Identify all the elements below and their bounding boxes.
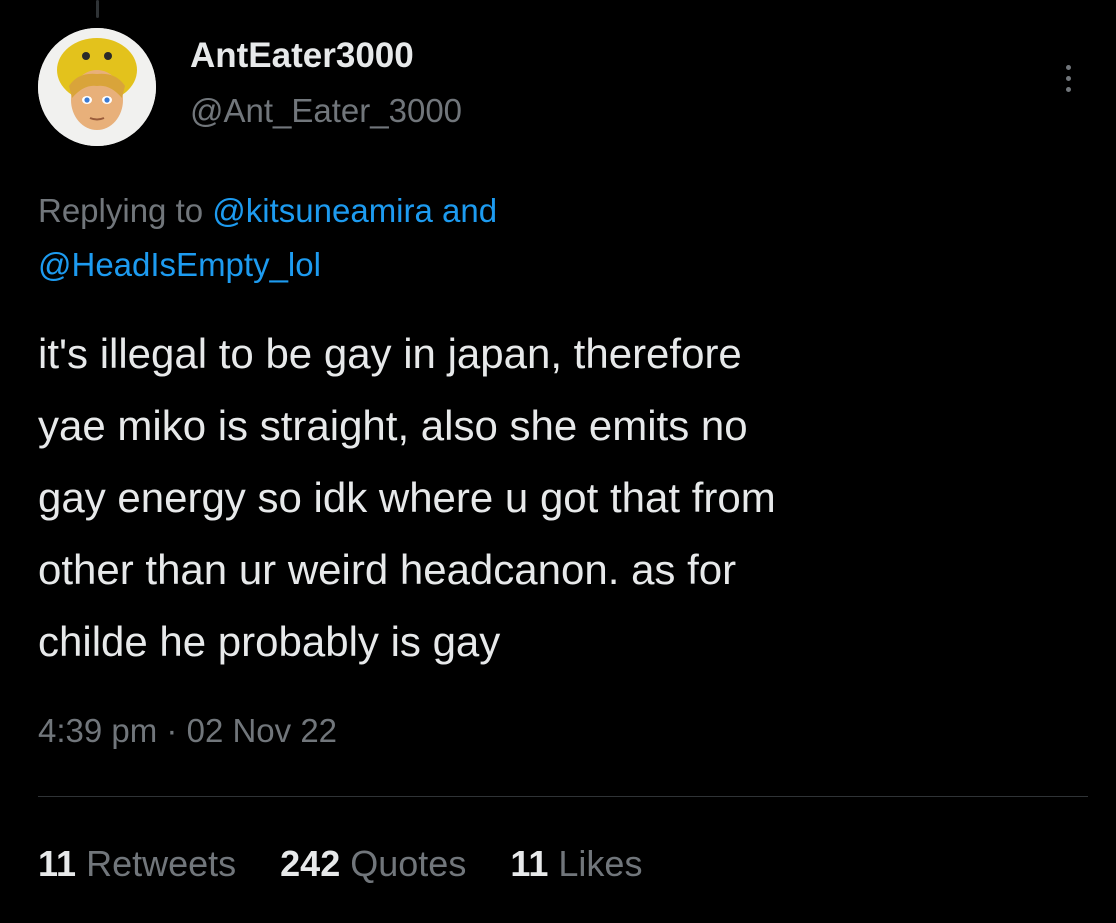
likes-stat[interactable]: 11 Likes xyxy=(510,843,642,885)
quotes-label: Quotes xyxy=(350,843,467,884)
reply-mention-kitsuneamira[interactable]: @kitsuneamira xyxy=(212,192,433,229)
engagement-stats: 11 Retweets 242 Quotes 11 Likes xyxy=(38,843,642,885)
reply-mention-and[interactable]: and xyxy=(442,192,497,229)
divider xyxy=(38,796,1088,797)
meta-separator: · xyxy=(166,712,178,749)
tweet-line: other than ur weird headcanon. as for xyxy=(38,546,737,593)
retweets-label: Retweets xyxy=(86,843,237,884)
retweets-count: 11 xyxy=(38,843,77,884)
retweets-stat[interactable]: 11 Retweets xyxy=(38,843,236,885)
more-dot xyxy=(1065,86,1071,92)
likes-label: Likes xyxy=(558,843,643,884)
quotes-count: 242 xyxy=(280,843,341,884)
author-display-name[interactable]: AntEater3000 xyxy=(190,36,414,76)
replying-to-label: Replying to xyxy=(38,192,204,229)
tweet-line: childe he probably is gay xyxy=(38,618,501,665)
author-handle[interactable]: @Ant_Eater_3000 xyxy=(190,92,462,130)
tweet-text: it's illegal to be gay in japan, therefo… xyxy=(38,318,1108,678)
likes-count: 11 xyxy=(510,843,549,884)
tweet-time: 4:39 pm xyxy=(38,712,158,749)
avatar[interactable] xyxy=(38,28,156,146)
thread-connector-line xyxy=(96,0,99,18)
replying-to: Replying to @kitsuneamira and @HeadIsEmp… xyxy=(38,184,1078,292)
avatar-duck-hat-icon xyxy=(38,28,156,146)
reply-mention-headisempty[interactable]: @HeadIsEmpty_lol xyxy=(38,246,321,283)
quotes-stat[interactable]: 242 Quotes xyxy=(280,843,466,885)
more-options-icon[interactable] xyxy=(1054,54,1082,102)
tweet-date: 02 Nov 22 xyxy=(186,712,338,749)
tweet-line: yae miko is straight, also she emits no xyxy=(38,402,748,449)
tweet-timestamp[interactable]: 4:39 pm · 02 Nov 22 xyxy=(38,712,337,750)
tweet-line: gay energy so idk where u got that from xyxy=(38,474,776,521)
more-dot xyxy=(1065,75,1071,81)
more-dot xyxy=(1065,64,1071,70)
tweet-line: it's illegal to be gay in japan, therefo… xyxy=(38,330,742,377)
